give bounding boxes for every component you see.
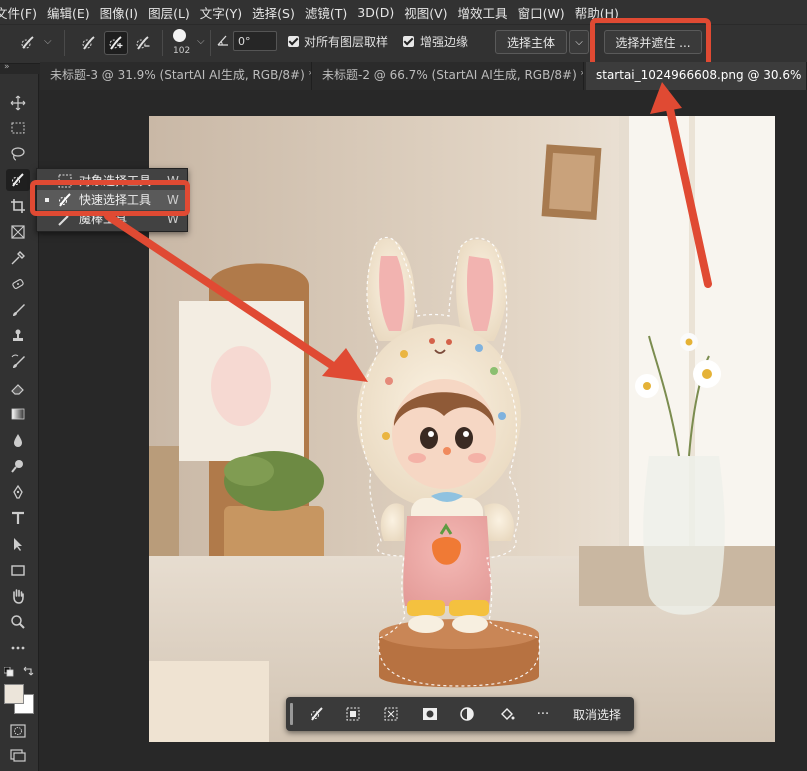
annotation-arrowhead: [650, 82, 682, 114]
annotation-arrow-to-subject: [104, 212, 346, 376]
annotation-arrow-to-button: [664, 96, 712, 288]
annotation-arrows: [104, 82, 712, 382]
